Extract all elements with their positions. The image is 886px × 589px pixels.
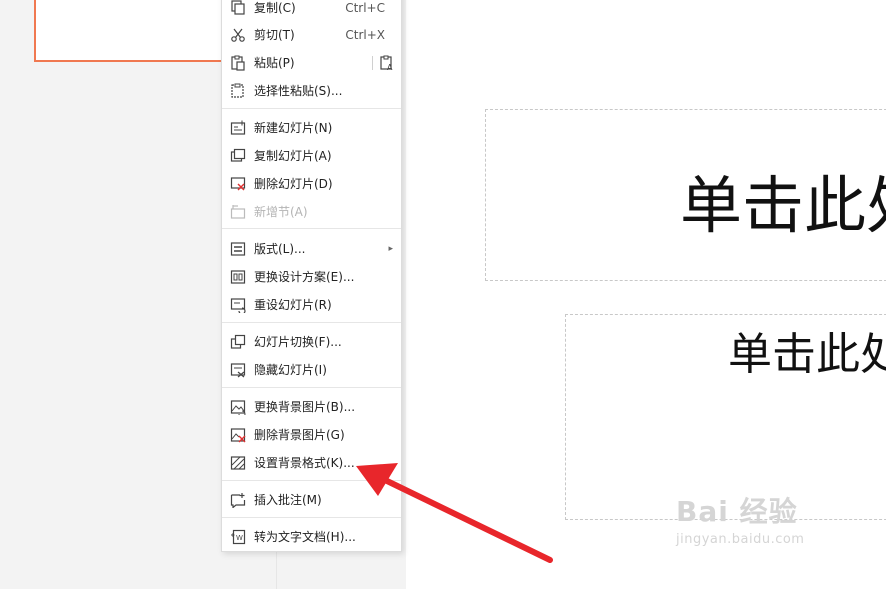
annotation-arrow [356,463,553,563]
annotation-arrow-head [356,463,398,496]
annotation-arrow-shaft [382,477,553,563]
